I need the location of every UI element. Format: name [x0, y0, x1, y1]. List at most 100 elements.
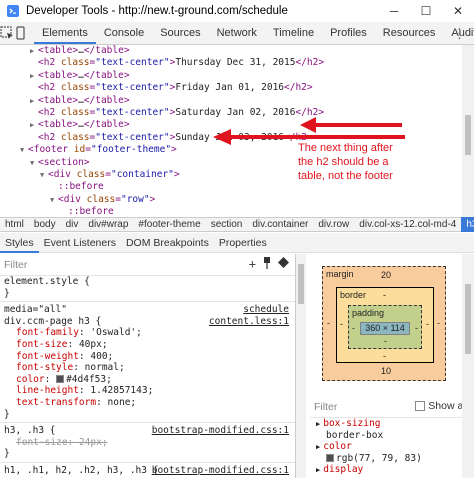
margin-right-value[interactable]: -	[437, 318, 440, 328]
tab-styles[interactable]: Styles	[0, 233, 39, 253]
tab-sources[interactable]: Sources	[152, 22, 208, 44]
border-right-value[interactable]: -	[426, 319, 429, 329]
expand-toggle-icon[interactable]: ▶	[30, 70, 38, 82]
computed-scroll-thumb[interactable]	[465, 284, 471, 354]
style-property[interactable]: font-size: 40px;	[0, 339, 295, 351]
tab-dom-breakpoints[interactable]: DOM Breakpoints	[121, 233, 214, 253]
margin-bottom-value[interactable]: 10	[381, 366, 391, 376]
computed-filter-input[interactable]: Filter	[314, 401, 337, 413]
tab-timeline[interactable]: Timeline	[265, 22, 322, 44]
breadcrumb-item[interactable]: div.container	[247, 219, 313, 230]
tree-scrollbar[interactable]	[462, 45, 474, 217]
breadcrumb-item[interactable]: div.row	[313, 219, 354, 230]
style-property[interactable]: line-height: 1.42857143;	[0, 385, 295, 397]
tree-scroll-thumb[interactable]	[465, 115, 471, 155]
tab-elements[interactable]: Elements	[34, 22, 96, 44]
border-bottom-value[interactable]: -	[383, 351, 386, 361]
maximize-button[interactable]: ☐	[410, 0, 442, 22]
more-menu-icon[interactable]: ⋮	[453, 26, 466, 42]
padding-bottom-value[interactable]: -	[384, 336, 387, 346]
expand-toggle-icon[interactable]: ▶	[30, 45, 38, 57]
property-value[interactable]: #4d4f53;	[66, 374, 112, 385]
property-value[interactable]: normal;	[85, 362, 125, 373]
tree-node[interactable]: ▶ <table>…</table>	[0, 95, 462, 107]
tree-node[interactable]: ▶ <table>…</table>	[0, 45, 462, 57]
tab-resources[interactable]: Resources	[375, 22, 444, 44]
tab-network[interactable]: Network	[209, 22, 265, 44]
property-value[interactable]: none;	[108, 397, 137, 408]
rule-selector[interactable]: h3, .h3 {bootstrap-modified.css:1	[0, 425, 295, 437]
tree-node[interactable]: <h2 class="text-center">Saturday Jan 02,…	[0, 107, 462, 119]
expand-toggle-icon[interactable]: ▼	[40, 169, 48, 181]
computed-property[interactable]: ▶ box-sizing	[310, 418, 474, 430]
property-value[interactable]: 40px;	[79, 339, 108, 350]
rule-source-link[interactable]: schedule	[243, 304, 289, 316]
tree-node[interactable]: ▼ <div class="row">	[0, 194, 462, 206]
minimize-button[interactable]: ─	[378, 0, 410, 22]
tree-node[interactable]: ::before	[0, 181, 462, 193]
style-property[interactable]: color: #4d4f53;	[0, 374, 295, 386]
color-swatch[interactable]	[326, 454, 334, 463]
border-left-value[interactable]: -	[340, 319, 343, 329]
styles-scrollbar[interactable]	[296, 254, 306, 478]
expand-toggle-icon[interactable]: ▼	[50, 194, 58, 206]
expand-toggle-icon[interactable]: ▼	[20, 144, 28, 156]
padding-right-value[interactable]: -	[415, 323, 418, 333]
property-value[interactable]: 400;	[90, 351, 113, 362]
rule-source-link[interactable]: bootstrap-modified.css:1	[152, 425, 289, 437]
expand-toggle-icon[interactable]: ▶	[316, 466, 320, 474]
property-name[interactable]: text-transform	[16, 397, 96, 408]
inspect-element-icon[interactable]	[0, 22, 14, 44]
tab-properties[interactable]: Properties	[214, 233, 272, 253]
style-property[interactable]: text-transform: none;	[0, 397, 295, 409]
padding-left-value[interactable]: -	[352, 323, 355, 333]
new-style-rule-icon[interactable]: +	[249, 257, 256, 271]
property-name[interactable]: line-height	[16, 385, 79, 396]
expand-toggle-icon[interactable]: ▶	[316, 420, 320, 428]
tree-node[interactable]: <h2 class="text-center">Friday Jan 01, 2…	[0, 82, 462, 94]
breadcrumb-item[interactable]: body	[29, 219, 61, 230]
elements-tree[interactable]: ▶ <table>…</table> <h2 class="text-center"…	[0, 45, 462, 217]
expand-toggle-icon[interactable]: ▶	[316, 443, 320, 451]
property-name[interactable]: font-size	[16, 437, 67, 448]
rule-source-link[interactable]: bootstrap-modified.css:1	[152, 465, 289, 477]
property-name[interactable]: color	[16, 374, 45, 385]
tab-profiles[interactable]: Profiles	[322, 22, 375, 44]
rule-selector[interactable]: media="all" schedule	[0, 304, 295, 316]
breadcrumb-item[interactable]: #footer-theme	[133, 219, 205, 230]
breadcrumb-item[interactable]: div.col-xs-12.col-md-4	[354, 219, 461, 230]
property-value[interactable]: 'Oswald';	[90, 327, 141, 338]
computed-scrollbar[interactable]	[462, 254, 474, 478]
tab-event-listeners[interactable]: Event Listeners	[39, 233, 121, 253]
rule-source-link[interactable]: content.less:1	[209, 316, 289, 328]
expand-toggle-icon[interactable]: ▶	[30, 119, 38, 131]
rule-selector[interactable]: element.style {	[0, 276, 295, 288]
breadcrumb-item[interactable]: div#wrap	[83, 219, 133, 230]
breadcrumb-item[interactable]: div	[61, 219, 84, 230]
margin-left-value[interactable]: -	[327, 318, 330, 328]
style-property[interactable]: font-size: 24px;	[0, 437, 295, 449]
style-property[interactable]: font-style: normal;	[0, 362, 295, 374]
property-name[interactable]: font-weight	[16, 351, 79, 362]
tab-console[interactable]: Console	[96, 22, 152, 44]
close-button[interactable]: ✕	[442, 0, 474, 22]
color-swatch[interactable]	[56, 375, 65, 384]
property-value[interactable]: 24px;	[79, 437, 108, 448]
style-property[interactable]: font-weight: 400;	[0, 351, 295, 363]
computed-property[interactable]: ▶ display	[310, 464, 474, 476]
tree-node[interactable]: ▶ <table>…</table>	[0, 70, 462, 82]
device-mode-icon[interactable]	[14, 22, 26, 44]
property-name[interactable]: font-size	[16, 339, 67, 350]
pin-icon[interactable]	[262, 257, 272, 269]
property-name[interactable]: font-style	[16, 362, 73, 373]
breadcrumb-item[interactable]: section	[206, 219, 248, 230]
styles-filter-input[interactable]: Filter	[4, 259, 27, 271]
border-top-value[interactable]: -	[383, 290, 386, 300]
styles-scroll-thumb[interactable]	[298, 264, 304, 304]
expand-toggle-icon[interactable]: ▼	[30, 157, 38, 169]
breadcrumb-item[interactable]: h3	[461, 217, 474, 232]
margin-top-value[interactable]: 20	[381, 270, 391, 280]
property-name[interactable]: font-family	[16, 327, 79, 338]
property-value[interactable]: 1.42857143;	[90, 385, 153, 396]
breadcrumb-item[interactable]: html	[0, 219, 29, 230]
